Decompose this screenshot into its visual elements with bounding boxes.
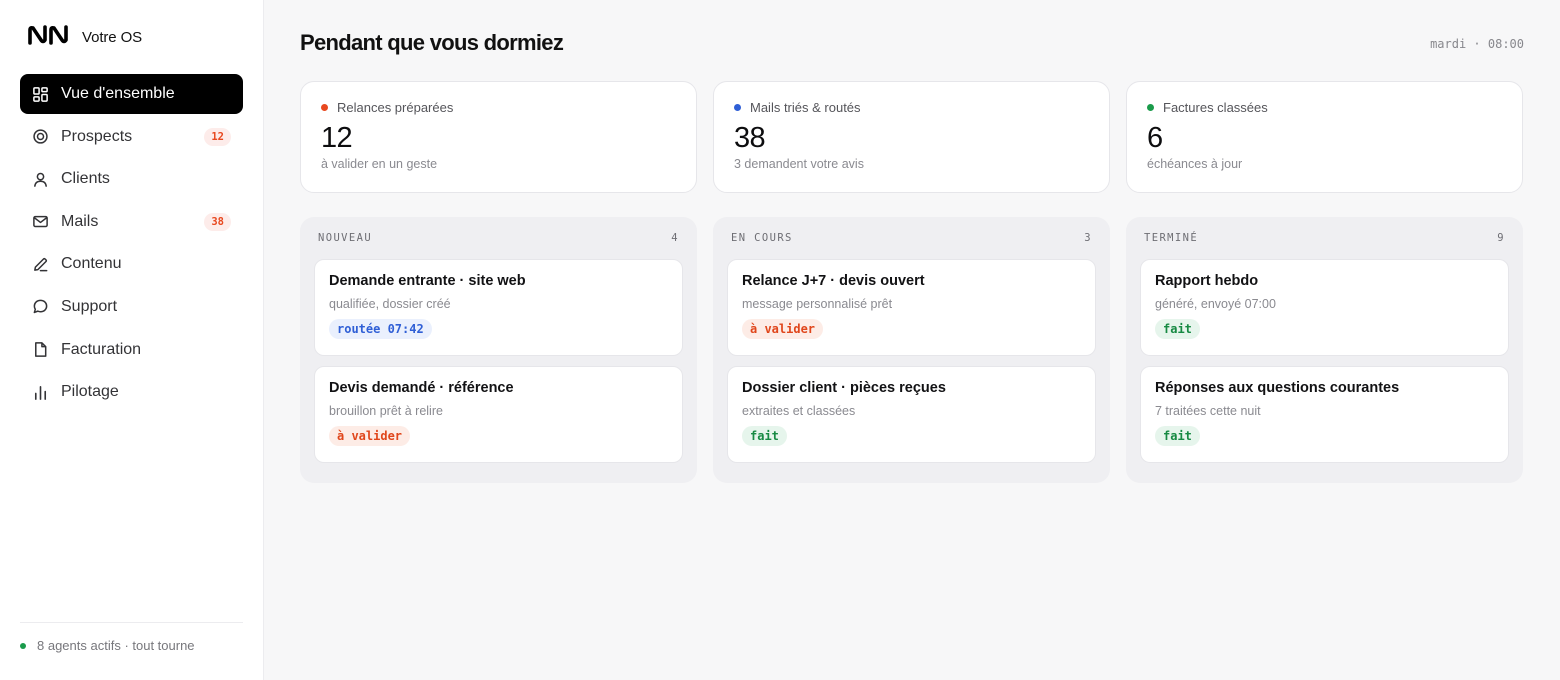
card-subtitle: brouillon prêt à relire	[329, 404, 443, 418]
card-title: Dossier client · pièces reçues	[742, 380, 946, 396]
divider	[20, 622, 243, 623]
card-subtitle: extraites et classées	[742, 404, 856, 418]
column-count: 9	[1497, 232, 1505, 244]
card-subtitle: 7 traitées cette nuit	[1155, 404, 1261, 418]
sidebar-item-label: Mails	[61, 212, 99, 230]
sidebar-item-contenu[interactable]: Contenu	[20, 244, 243, 284]
stat-card-mails[interactable]: Mails triés & routés 38 3 demandent votr…	[713, 81, 1110, 193]
kanban-column-en-cours: EN COURS 3 Relance J+7 · devis ouvert me…	[713, 217, 1110, 483]
column-header: TERMINÉ 9	[1140, 217, 1509, 259]
stat-card-factures[interactable]: Factures classées 6 échéances à jour	[1126, 81, 1523, 193]
status-badge: fait	[742, 426, 787, 446]
stat-label: Factures classées	[1163, 100, 1268, 115]
sidebar-nav: Vue d'ensemble Prospects 12 Clients Mail…	[20, 74, 243, 415]
status-dot-icon	[1147, 104, 1154, 111]
sidebar-item-label: Vue d'ensemble	[61, 85, 175, 102]
agents-status: 8 agents actifs · tout tourne	[20, 638, 195, 653]
status-dot-icon	[734, 104, 741, 111]
card-subtitle: message personnalisé prêt	[742, 297, 893, 311]
task-card[interactable]: Dossier client · pièces reçues extraites…	[727, 366, 1096, 463]
kanban-column-termine: TERMINÉ 9 Rapport hebdo généré, envoyé 0…	[1126, 217, 1523, 483]
status-badge: routée 07:42	[329, 319, 432, 339]
kanban-board: NOUVEAU 4 Demande entrante · site web qu…	[300, 217, 1523, 483]
sidebar-item-vue-ensemble[interactable]: Vue d'ensemble	[20, 74, 243, 114]
task-card[interactable]: Devis demandé · référence brouillon prêt…	[314, 366, 683, 463]
status-badge: à valider	[329, 426, 411, 446]
sidebar-item-label: Support	[61, 297, 118, 315]
stat-value: 12	[321, 122, 353, 154]
stat-header: Relances préparées	[321, 100, 676, 115]
stat-header: Factures classées	[1147, 100, 1502, 115]
chat-bubble-icon	[32, 298, 49, 315]
task-card[interactable]: Relance J+7 · devis ouvert message perso…	[727, 259, 1096, 356]
sidebar-item-label: Clients	[61, 170, 110, 188]
user-icon	[32, 171, 49, 188]
task-card[interactable]: Demande entrante · site web qualifiée, d…	[314, 259, 683, 356]
count-badge: 12	[204, 127, 231, 146]
column-title: NOUVEAU	[318, 232, 373, 244]
page-title: Pendant que vous dormiez	[300, 30, 564, 55]
card-title: Réponses aux questions courantes	[1155, 380, 1400, 396]
sidebar-item-label: Prospects	[61, 127, 133, 145]
stat-subtitle: 3 demandent votre avis	[734, 157, 864, 171]
target-icon	[32, 128, 49, 145]
card-subtitle: généré, envoyé 07:00	[1155, 297, 1276, 311]
mail-icon	[32, 213, 49, 230]
stat-value: 6	[1147, 122, 1163, 154]
task-card[interactable]: Rapport hebdo généré, envoyé 07:00 fait	[1140, 259, 1509, 356]
status-dot-icon	[20, 642, 26, 649]
stat-label: Mails triés & routés	[750, 100, 861, 115]
sidebar: Votre OS Vue d'ensemble Prospects 12 Cli…	[0, 0, 264, 680]
brand-logo-icon	[28, 24, 71, 51]
stat-header: Mails triés & routés	[734, 100, 1089, 115]
card-title: Rapport hebdo	[1155, 273, 1259, 289]
brand[interactable]: Votre OS	[28, 24, 142, 51]
stat-value: 38	[734, 122, 766, 154]
brand-name: Votre OS	[82, 29, 143, 46]
sidebar-item-prospects[interactable]: Prospects 12	[20, 117, 243, 157]
status-badge: à valider	[742, 319, 824, 339]
sidebar-item-label: Facturation	[61, 340, 142, 358]
column-count: 3	[1084, 232, 1092, 244]
sidebar-item-mails[interactable]: Mails 38	[20, 202, 243, 242]
card-subtitle: qualifiée, dossier créé	[329, 297, 451, 311]
stats-row: Relances préparées 12 à valider en un ge…	[300, 81, 1523, 193]
sidebar-item-label: Pilotage	[61, 383, 119, 401]
card-title: Devis demandé · référence	[329, 380, 514, 396]
kanban-column-nouveau: NOUVEAU 4 Demande entrante · site web qu…	[300, 217, 697, 483]
column-title: TERMINÉ	[1144, 232, 1199, 244]
card-title: Demande entrante · site web	[329, 273, 526, 289]
sidebar-item-pilotage[interactable]: Pilotage	[20, 372, 243, 412]
status-dot-icon	[321, 104, 328, 111]
sidebar-item-facturation[interactable]: Facturation	[20, 330, 243, 370]
sidebar-item-clients[interactable]: Clients	[20, 159, 243, 199]
card-title: Relance J+7 · devis ouvert	[742, 273, 925, 289]
count-badge: 38	[204, 212, 231, 231]
stat-subtitle: à valider en un geste	[321, 157, 438, 171]
sidebar-item-label: Contenu	[61, 255, 122, 273]
stat-card-relances[interactable]: Relances préparées 12 à valider en un ge…	[300, 81, 697, 193]
document-icon	[32, 341, 49, 358]
task-card[interactable]: Réponses aux questions courantes 7 trait…	[1140, 366, 1509, 463]
bar-chart-icon	[32, 384, 49, 401]
grid-icon	[32, 86, 49, 103]
column-count: 4	[671, 232, 679, 244]
sidebar-item-support[interactable]: Support	[20, 287, 243, 327]
agents-status-text: 8 agents actifs · tout tourne	[37, 638, 195, 653]
column-title: EN COURS	[731, 232, 793, 244]
status-badge: fait	[1155, 426, 1200, 446]
stat-label: Relances préparées	[337, 100, 454, 115]
stat-subtitle: échéances à jour	[1147, 157, 1243, 171]
column-header: EN COURS 3	[727, 217, 1096, 259]
pencil-icon	[32, 256, 49, 273]
column-header: NOUVEAU 4	[314, 217, 683, 259]
current-time: mardi · 08:00	[1430, 37, 1524, 51]
status-badge: fait	[1155, 319, 1200, 339]
